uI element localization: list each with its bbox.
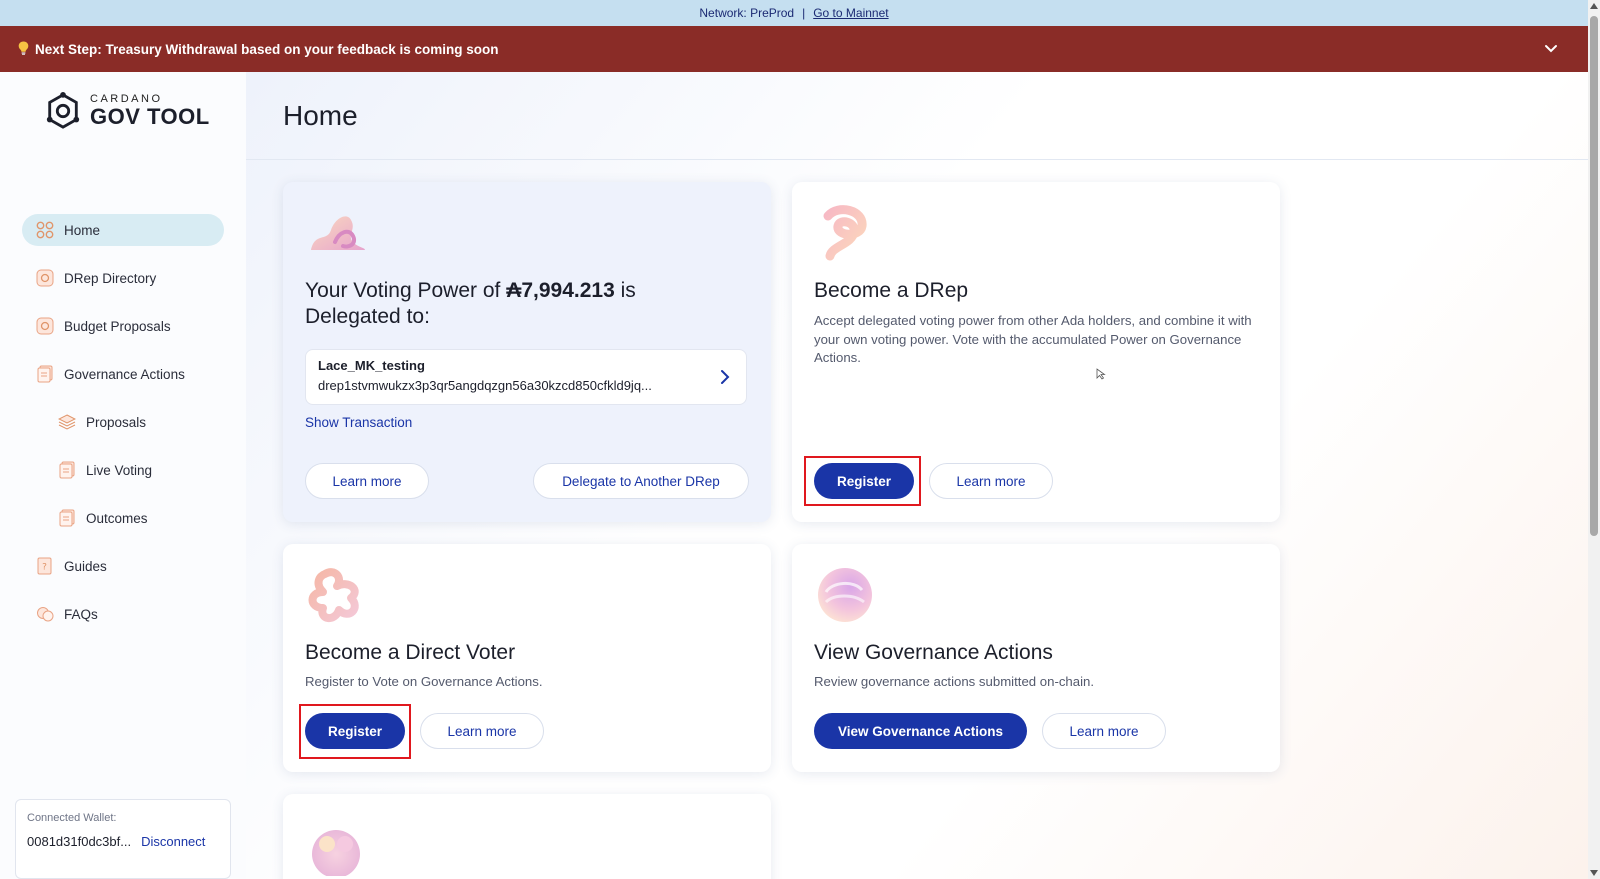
view-governance-description: Review governance actions submitted on-c…	[814, 674, 1095, 689]
page-title: Home	[283, 100, 358, 131]
partial-card	[283, 794, 771, 879]
view-governance-card: View Governance Actions Review governanc…	[792, 544, 1280, 772]
lightbulb-icon	[18, 41, 29, 58]
drep-learn-more-button[interactable]: Learn more	[929, 463, 1053, 499]
voting-power-prefix: Your Voting Power of	[305, 279, 507, 302]
document-icon	[59, 509, 75, 527]
knot-art-icon	[308, 568, 359, 622]
learn-more-button[interactable]: Learn more	[305, 463, 429, 499]
sidebar-item-budget-proposals[interactable]: Budget Proposals	[22, 310, 224, 342]
chevron-right-icon	[721, 370, 730, 384]
become-drep-card: Become a DRep Accept delegated voting po…	[792, 182, 1280, 522]
scroll-down-icon[interactable]	[1590, 870, 1598, 876]
sidebar-item-live-voting[interactable]: Live Voting	[22, 454, 224, 486]
voting-power-suffix: is	[614, 279, 636, 302]
drep-card-title: Become a DRep	[814, 279, 969, 302]
svg-text:?: ?	[42, 563, 47, 573]
voting-power-title: Your Voting Power of ₳7,994.213 is Delega…	[305, 278, 636, 330]
chevron-down-icon[interactable]	[1542, 39, 1560, 57]
disconnect-link[interactable]: Disconnect	[141, 834, 205, 849]
sidebar-item-outcomes[interactable]: Outcomes	[22, 502, 224, 534]
sidebar-item-faqs[interactable]: FAQs	[22, 598, 224, 630]
drep-card-description: Accept delegated voting power from other…	[814, 313, 1252, 365]
app-logo[interactable]: CARDANO GOV TOOL	[44, 92, 210, 130]
sidebar-item-proposals[interactable]: Proposals	[22, 406, 224, 438]
connected-wallet-panel: Connected Wallet: 0081d31f0dc3bf... Disc…	[15, 799, 231, 879]
logo-big-text: GOV TOOL	[90, 104, 210, 129]
sidebar-item-label: Outcomes	[86, 510, 148, 526]
drep-icon	[36, 269, 54, 287]
sidebar-item-guides[interactable]: ? Guides	[22, 550, 224, 582]
network-label: Network: PreProd	[699, 6, 795, 20]
page-header: Home	[246, 72, 1588, 160]
drep-id: drep1stvmwukzx3p3qr5angdqzgn56a30kzcd850…	[318, 378, 652, 393]
direct-voter-learn-more-button[interactable]: Learn more	[420, 713, 544, 749]
main-content: Home Your Voting Power of ₳7,994.213 is D…	[246, 72, 1588, 879]
drep-name: Lace_MK_testing	[318, 358, 425, 373]
network-bar: Network: PreProd | Go to Mainnet	[0, 0, 1588, 26]
sidebar-item-label: Live Voting	[86, 462, 153, 478]
sidebar-item-governance-actions[interactable]: Governance Actions	[22, 358, 224, 390]
view-governance-actions-button[interactable]: View Governance Actions	[814, 713, 1027, 749]
sidebar-item-label: Budget Proposals	[64, 318, 171, 334]
sidebar-item-home[interactable]: Home	[22, 214, 224, 246]
wallet-address: 0081d31f0dc3bf...	[27, 834, 132, 849]
scrollbar-thumb[interactable]	[1590, 16, 1598, 536]
sphere-art-icon	[818, 568, 872, 622]
budget-icon	[36, 317, 54, 335]
ribbon-art-icon	[311, 216, 365, 250]
sidebar-item-label: FAQs	[64, 606, 98, 622]
flower-art-icon	[312, 830, 360, 876]
swirl-art-icon	[823, 205, 867, 261]
banner-text: Next Step: Treasury Withdrawal based on …	[35, 41, 499, 57]
mouse-cursor-icon	[1096, 368, 1106, 380]
voting-power-title-line2: Delegated to:	[305, 305, 430, 328]
delegated-drep-row[interactable]: Lace_MK_testing drep1stvmwukzx3p3qr5angd…	[305, 349, 747, 405]
document-icon	[37, 365, 53, 383]
sidebar-item-label: DRep Directory	[64, 270, 157, 286]
go-to-mainnet-link[interactable]: Go to Mainnet	[813, 6, 888, 20]
sidebar-item-label: Home	[64, 222, 101, 238]
register-highlight-box	[299, 704, 411, 759]
wallet-label: Connected Wallet:	[27, 812, 117, 824]
voting-power-card: Your Voting Power of ₳7,994.213 is Delega…	[283, 182, 771, 522]
guide-icon: ?	[37, 557, 52, 575]
network-separator: |	[802, 6, 806, 20]
delegate-to-another-drep-button[interactable]: Delegate to Another DRep	[533, 463, 749, 499]
show-transaction-link[interactable]: Show Transaction	[305, 415, 412, 430]
layers-icon	[58, 414, 76, 430]
view-governance-title: View Governance Actions	[814, 641, 1053, 664]
direct-voter-title: Become a Direct Voter	[305, 641, 516, 664]
sidebar-item-label: Proposals	[86, 414, 147, 430]
scroll-up-icon[interactable]	[1590, 3, 1598, 9]
governance-learn-more-button[interactable]: Learn more	[1042, 713, 1166, 749]
sidebar-item-label: Guides	[64, 558, 107, 574]
announcement-banner: Next Step: Treasury Withdrawal based on …	[0, 26, 1588, 72]
direct-voter-card: Become a Direct Voter Register to Vote o…	[283, 544, 771, 772]
register-highlight-box	[804, 456, 921, 506]
page-scrollbar[interactable]	[1588, 0, 1600, 879]
chat-icon	[37, 607, 54, 622]
grid-icon	[36, 221, 54, 239]
sidebar: CARDANO GOV TOOL Home DRep Directory Bud…	[0, 72, 246, 879]
direct-voter-description: Register to Vote on Governance Actions.	[305, 674, 543, 689]
sidebar-item-drep-directory[interactable]: DRep Directory	[22, 262, 224, 294]
sidebar-item-label: Governance Actions	[64, 366, 185, 382]
gov-tool-logo-icon	[46, 92, 80, 129]
document-icon	[59, 461, 75, 479]
voting-power-amount: ₳7,994.213	[506, 279, 615, 302]
